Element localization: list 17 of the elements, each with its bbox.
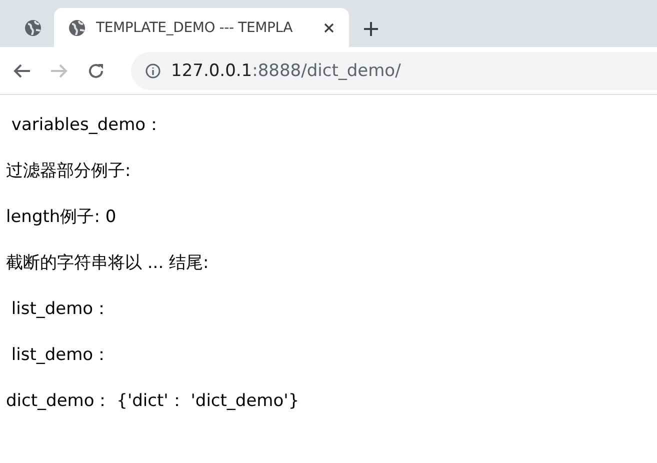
- text-line: length例子: 0: [6, 206, 118, 228]
- text-line: 截断的字符串将以 ... 结尾:: [6, 252, 210, 274]
- text-line: dict_demo： {'dict'： 'dict_demo'}: [6, 390, 300, 412]
- back-icon[interactable]: [13, 62, 31, 78]
- text-line: list_demo：: [10, 344, 112, 366]
- browser-tab[interactable]: TEMPLATE_DEMO --- TEMPLA: [54, 8, 349, 47]
- text-line: 过滤器部分例子:: [6, 160, 132, 182]
- address-bar[interactable]: 127.0.0.1:8888/dict_demo/: [131, 52, 657, 90]
- url-text: 127.0.0.1:8888/dict_demo/: [171, 60, 401, 80]
- info-icon[interactable]: [145, 62, 161, 78]
- close-icon[interactable]: [323, 22, 335, 34]
- globe-icon: [68, 18, 86, 36]
- text-line: list_demo：: [10, 298, 112, 320]
- globe-icon: [24, 18, 42, 36]
- reload-icon[interactable]: [87, 62, 105, 80]
- new-tab-icon[interactable]: [363, 21, 379, 37]
- text-line: variables_demo：: [10, 114, 164, 136]
